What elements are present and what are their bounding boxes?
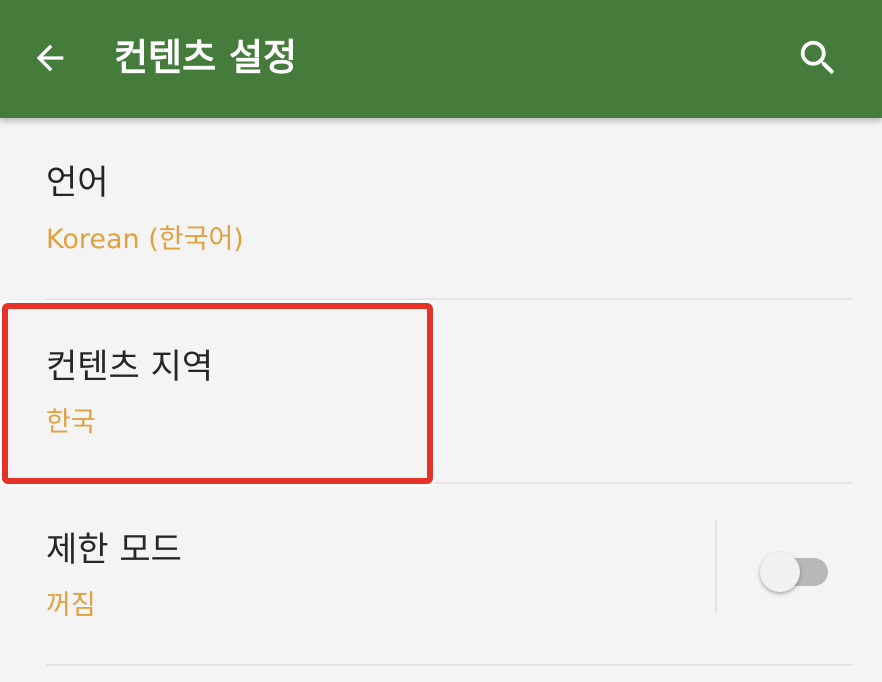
- restricted-mode-toggle[interactable]: [760, 552, 828, 592]
- divider: [46, 664, 852, 666]
- back-button[interactable]: [22, 30, 78, 86]
- arrow-left-icon: [36, 44, 64, 72]
- content-region-summary: 한국: [46, 407, 96, 438]
- restricted-mode-summary: 꺼짐: [46, 590, 96, 621]
- language-summary: Korean (한국어): [46, 224, 244, 255]
- search-icon: [800, 40, 835, 75]
- restricted-mode-title: 제한 모드: [46, 530, 182, 570]
- restricted-mode-setting[interactable]: 제한 모드 꺼짐: [0, 484, 882, 664]
- content-region-title: 컨텐츠 지역: [46, 347, 214, 387]
- search-button[interactable]: [788, 30, 848, 86]
- language-title: 언어: [46, 163, 109, 203]
- content-region-setting[interactable]: 컨텐츠 지역 한국: [0, 300, 882, 482]
- app-bar: 컨텐츠 설정: [0, 0, 882, 118]
- vertical-divider: [715, 520, 717, 615]
- page-title: 컨텐츠 설정: [114, 36, 298, 79]
- language-setting[interactable]: 언어 Korean (한국어): [0, 118, 882, 298]
- toggle-thumb: [760, 552, 800, 592]
